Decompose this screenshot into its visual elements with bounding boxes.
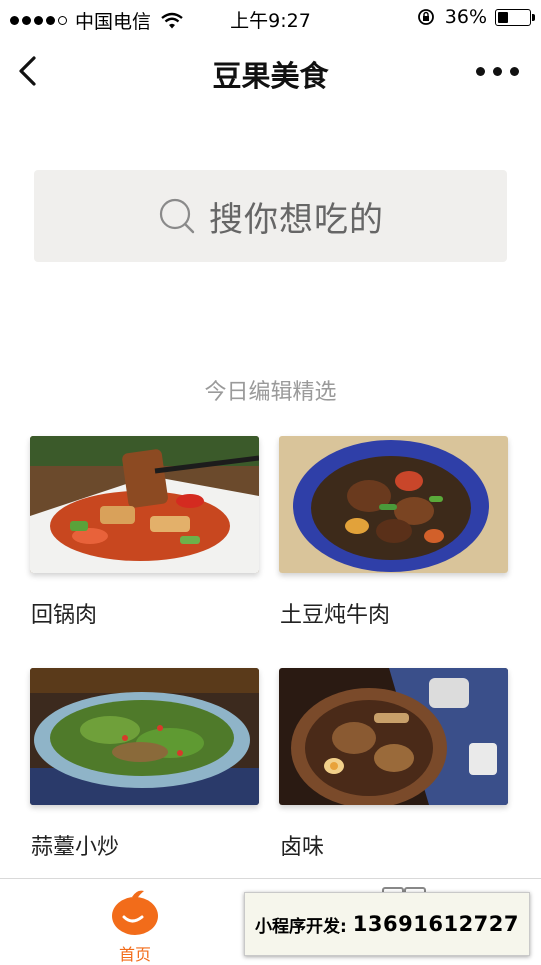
more-options-icon[interactable] [476,67,519,76]
recipe-image [279,436,508,573]
rotation-lock-icon [417,9,434,25]
search-placeholder: 搜你想吃的 [209,199,384,240]
developer-contact-banner: 小程序开发: 13691612727 [244,892,530,956]
section-title: 今日编辑精选 [204,380,337,405]
recipe-name: 卤味 [280,835,325,860]
recipe-card[interactable]: 回锅肉 [30,436,259,629]
recipe-card[interactable]: 卤味 [279,668,508,861]
battery-percent: 36% [444,6,487,28]
navigation-bar: 豆果美食 [0,36,541,106]
page-title: 豆果美食 [212,59,329,93]
banner-phone: 13691612727 [352,912,520,936]
search-input[interactable]: 搜你想吃的 [34,170,507,262]
recipe-name: 蒜薹小炒 [31,835,120,860]
recipe-image [30,436,259,573]
recipe-name: 回锅肉 [31,603,98,628]
douguo-home-icon [112,890,158,935]
tab-home[interactable]: 首页 [104,887,166,965]
battery-icon [495,8,535,26]
recipe-image [279,668,508,805]
status-bar: 中国电信 上午9:27 36% [0,0,541,36]
tab-home-label: 首页 [118,945,151,964]
search-icon [159,198,195,234]
recipe-card[interactable]: 土豆炖牛肉 [279,436,508,629]
recipe-image [30,668,259,805]
status-right: 36% [417,6,535,28]
banner-label: 小程序开发: [254,916,347,937]
recipe-name: 土豆炖牛肉 [280,603,391,628]
recipe-card[interactable]: 蒜薹小炒 [30,668,259,861]
